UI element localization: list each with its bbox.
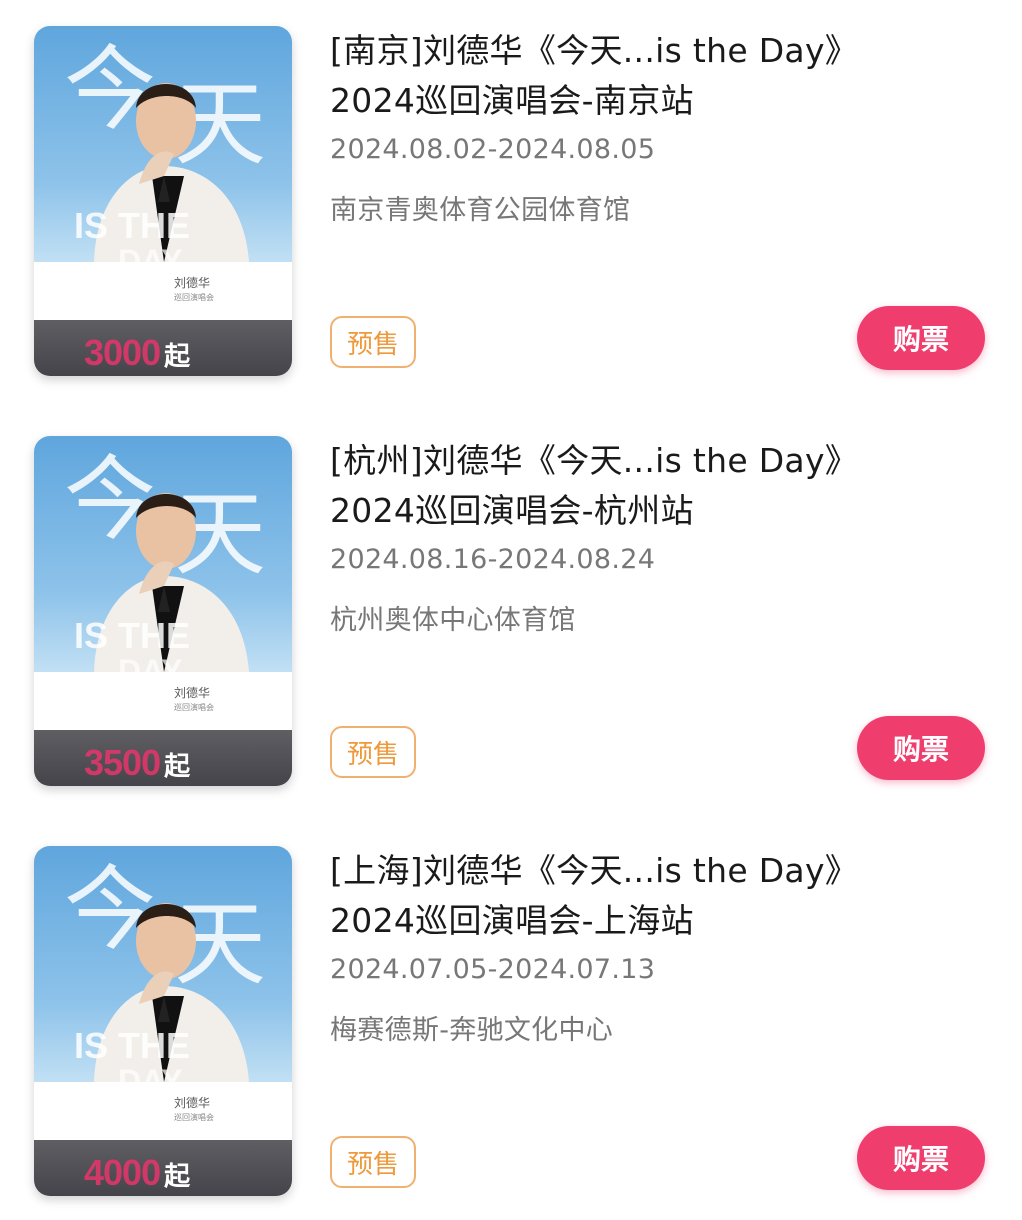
svg-text:IS THE: IS THE: [74, 1025, 190, 1066]
concert-date-range: 2024.08.16-2024.08.24: [330, 544, 656, 575]
price-value: 4000: [84, 1152, 161, 1193]
svg-text:IS THE: IS THE: [74, 205, 190, 246]
poster-price: 3000 起: [84, 332, 191, 373]
concert-title[interactable]: [上海]刘德华《今天...is the Day》 2024巡回演唱会-上海站: [330, 846, 930, 946]
concert-venue: 梅赛德斯-奔驰文化中心: [330, 1015, 614, 1046]
buy-ticket-button[interactable]: 购票: [857, 306, 985, 370]
concert-venue: 杭州奥体中心体育馆: [330, 605, 576, 636]
poster-artist-name: 刘德华: [174, 686, 211, 700]
price-suffix: 起: [164, 752, 191, 782]
price-suffix: 起: [164, 1162, 191, 1192]
price-suffix: 起: [164, 342, 191, 372]
concert-card-shanghai[interactable]: 今 天 IS THE DAY 刘德华 巡回演唱会 4000 起 [上海]刘德华《…: [0, 820, 1022, 1220]
poster-footer: [34, 672, 292, 730]
presale-badge: 预售: [330, 1136, 416, 1188]
concert-list: 今 天 IS THE DAY 刘德华 巡回演唱会 3000 起 [南京]刘德华《…: [0, 0, 1022, 1220]
concert-title-line1: [上海]刘德华《今天...is the Day》: [330, 851, 859, 890]
concert-card-hangzhou[interactable]: 今 天 IS THE DAY 刘德华 巡回演唱会 3500 起 [杭州]刘德华《…: [0, 410, 1022, 820]
price-value: 3500: [84, 742, 161, 783]
buy-ticket-button[interactable]: 购票: [857, 1126, 985, 1190]
concert-title[interactable]: [杭州]刘德华《今天...is the Day》 2024巡回演唱会-杭州站: [330, 436, 930, 536]
concert-poster[interactable]: 今 天 IS THE DAY 刘德华 巡回演唱会 3500 起: [34, 436, 292, 786]
poster-footer: [34, 262, 292, 320]
buy-ticket-button[interactable]: 购票: [857, 716, 985, 780]
svg-text:IS THE: IS THE: [74, 615, 190, 656]
concert-poster[interactable]: 今 天 IS THE DAY 刘德华 巡回演唱会 3000 起: [34, 26, 292, 376]
concert-title-line2: 2024巡回演唱会-南京站: [330, 81, 694, 120]
concert-venue: 南京青奥体育公园体育馆: [330, 195, 631, 226]
presale-badge: 预售: [330, 726, 416, 778]
poster-price: 3500 起: [84, 742, 191, 783]
concert-date-range: 2024.07.05-2024.07.13: [330, 954, 656, 985]
concert-date-range: 2024.08.02-2024.08.05: [330, 134, 656, 165]
concert-title-line1: [杭州]刘德华《今天...is the Day》: [330, 441, 859, 480]
poster-footer: [34, 1082, 292, 1140]
poster-subtitle: 巡回演唱会: [174, 703, 214, 712]
presale-badge: 预售: [330, 316, 416, 368]
concert-title-line1: [南京]刘德华《今天...is the Day》: [330, 31, 859, 70]
poster-artist-name: 刘德华: [174, 1096, 211, 1110]
price-value: 3000: [84, 332, 161, 373]
concert-title[interactable]: [南京]刘德华《今天...is the Day》 2024巡回演唱会-南京站: [330, 26, 930, 126]
poster-price: 4000 起: [84, 1152, 191, 1193]
concert-title-line2: 2024巡回演唱会-杭州站: [330, 491, 694, 530]
poster-artist-name: 刘德华: [174, 276, 211, 290]
concert-poster[interactable]: 今 天 IS THE DAY 刘德华 巡回演唱会 4000 起: [34, 846, 292, 1196]
poster-subtitle: 巡回演唱会: [174, 1113, 214, 1122]
concert-title-line2: 2024巡回演唱会-上海站: [330, 901, 694, 940]
concert-card-nanjing[interactable]: 今 天 IS THE DAY 刘德华 巡回演唱会 3000 起 [南京]刘德华《…: [0, 0, 1022, 410]
poster-subtitle: 巡回演唱会: [174, 293, 214, 302]
